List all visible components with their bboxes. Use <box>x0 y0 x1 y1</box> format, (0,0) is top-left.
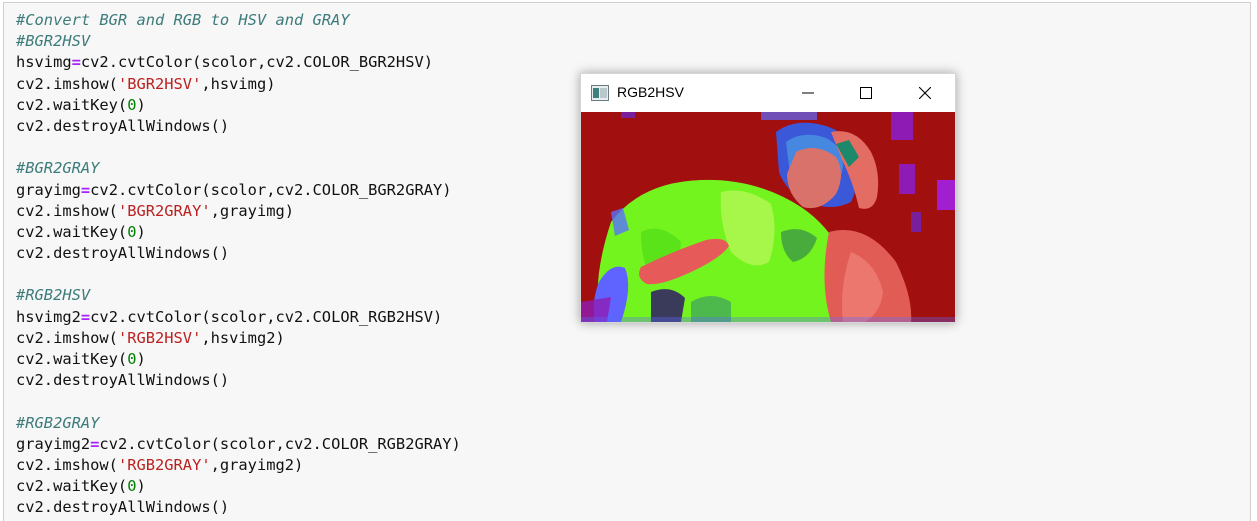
code-line[interactable]: #RGB2HSV <box>16 285 461 306</box>
code-line[interactable]: hsvimg=cv2.cvtColor(scolor,cv2.COLOR_BGR… <box>16 52 461 73</box>
opencv-window-icon <box>591 85 609 101</box>
code-token: ) <box>136 350 146 368</box>
code-line[interactable] <box>16 264 461 285</box>
code-token: hsvimg2 <box>16 307 81 326</box>
window-title: RGB2HSV <box>617 84 684 100</box>
code-comment: #RGB2HSV <box>16 286 91 305</box>
code-line[interactable]: grayimg=cv2.cvtColor(scolor,cv2.COLOR_BG… <box>16 180 461 201</box>
code-token: ) <box>136 477 146 496</box>
code-line[interactable]: cv2.waitKey(0) <box>16 222 461 243</box>
code-line[interactable] <box>16 137 461 158</box>
code-line[interactable]: hsvimg2=cv2.cvtColor(scolor,cv2.COLOR_RG… <box>16 307 461 328</box>
code-token: cv2.imshow( <box>16 74 118 93</box>
maximize-button[interactable] <box>837 74 895 112</box>
code-line[interactable]: cv2.imshow('BGR2GRAY',grayimg) <box>16 201 461 222</box>
operator: = <box>80 307 91 326</box>
code-line[interactable]: cv2.imshow('BGR2HSV',hsvimg) <box>16 74 461 95</box>
code-line[interactable]: cv2.waitKey(0) <box>16 95 461 116</box>
code-token: cv2.cvtColor(scolor,cv2.COLOR_BGR2HSV) <box>80 53 433 72</box>
code-token: cv2.destroyAllWindows() <box>16 498 230 517</box>
opencv-window[interactable]: RGB2HSV <box>580 73 956 323</box>
code-token: cv2.destroyAllWindows() <box>16 116 230 135</box>
window-titlebar[interactable]: RGB2HSV <box>581 74 955 112</box>
code-token: cv2.waitKey( <box>16 477 128 496</box>
code-token: grayimg <box>16 180 81 199</box>
code-line[interactable]: cv2.destroyAllWindows() <box>16 116 461 137</box>
code-editor[interactable]: #Convert BGR and RGB to HSV and GRAY #BGR… <box>16 10 461 519</box>
code-token: ) <box>136 222 146 241</box>
code-line[interactable]: cv2.imshow('RGB2HSV',hsvimg2) <box>16 328 461 349</box>
code-token: cv2.destroyAllWindows() <box>16 371 230 390</box>
hsv-image-canvas <box>581 112 955 322</box>
code-line[interactable]: #Convert BGR and RGB to HSV and GRAY <box>16 10 461 31</box>
code-line[interactable]: cv2.waitKey(0) <box>16 476 461 497</box>
code-token: cv2.waitKey( <box>16 222 128 241</box>
operator: = <box>80 180 91 199</box>
code-token: ,grayimg2) <box>210 455 304 474</box>
code-token: grayimg2 <box>16 434 91 453</box>
close-icon <box>919 87 931 99</box>
code-token: cv2.cvtColor(scolor,cv2.COLOR_BGR2GRAY) <box>90 180 452 199</box>
code-token: cv2.imshow( <box>16 328 118 347</box>
code-token: cv2.waitKey( <box>16 95 128 114</box>
close-button[interactable] <box>896 74 954 112</box>
code-token: cv2.waitKey( <box>16 350 128 368</box>
code-token: hsvimg <box>16 53 72 72</box>
code-comment: #BGR2GRAY <box>16 159 100 178</box>
code-token: cv2.imshow( <box>16 455 118 474</box>
code-token: cv2.cvtColor(scolor,cv2.COLOR_RGB2GRAY) <box>99 434 461 453</box>
code-token: cv2.imshow( <box>16 201 118 220</box>
code-line[interactable] <box>16 391 461 412</box>
minimize-button[interactable] <box>779 74 837 112</box>
code-line[interactable]: cv2.destroyAllWindows() <box>16 497 461 518</box>
hsv-image <box>581 112 955 322</box>
code-comment: #BGR2HSV <box>16 32 91 51</box>
code-token: ,grayimg) <box>210 201 295 220</box>
code-line[interactable]: #RGB2GRAY <box>16 413 461 434</box>
code-token: ) <box>136 95 146 114</box>
code-line[interactable]: #BGR2HSV <box>16 31 461 52</box>
string-literal: 'BGR2HSV' <box>117 74 202 93</box>
operator: = <box>71 53 81 72</box>
code-token: ,hsvimg2) <box>201 328 285 347</box>
code-comment: #RGB2GRAY <box>16 413 100 432</box>
code-line[interactable]: cv2.destroyAllWindows() <box>16 370 461 391</box>
string-literal: 'RGB2HSV' <box>117 328 202 347</box>
code-token: cv2.cvtColor(scolor,cv2.COLOR_RGB2HSV) <box>90 307 443 326</box>
string-literal: 'RGB2GRAY' <box>117 455 211 474</box>
code-line[interactable]: cv2.destroyAllWindows() <box>16 243 461 264</box>
code-token: ,hsvimg) <box>201 74 276 93</box>
minimize-icon <box>802 92 814 94</box>
code-line[interactable]: cv2.imshow('RGB2GRAY',grayimg2) <box>16 455 461 476</box>
code-line[interactable]: #BGR2GRAY <box>16 158 461 179</box>
code-line[interactable]: grayimg2=cv2.cvtColor(scolor,cv2.COLOR_R… <box>16 434 461 455</box>
code-token: cv2.destroyAllWindows() <box>16 244 230 263</box>
code-comment: #Convert BGR and RGB to HSV and GRAY <box>16 11 350 29</box>
string-literal: 'BGR2GRAY' <box>117 201 211 220</box>
maximize-icon <box>860 87 872 99</box>
code-line[interactable]: cv2.waitKey(0) <box>16 349 461 370</box>
